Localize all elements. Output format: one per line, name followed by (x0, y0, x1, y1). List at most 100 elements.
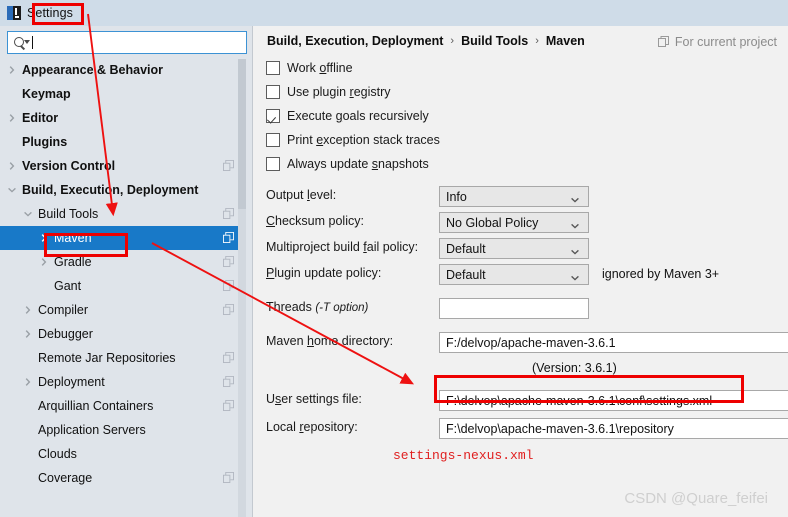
checkbox-print-exception-stack-traces[interactable]: Print exception stack traces (266, 133, 440, 147)
checkbox-box[interactable] (266, 85, 280, 99)
copy-scope-icon (658, 36, 670, 48)
field-label: Threads (-T option) (266, 300, 368, 314)
sidebar-item-label: Debugger (38, 327, 93, 341)
chevron-right-icon[interactable] (38, 256, 50, 268)
chevron-down-icon[interactable] (22, 208, 34, 220)
sidebar-item-clouds[interactable]: Clouds (0, 442, 246, 466)
field-row-user-settings-file: User settings file:F:\delvop\apache-mave… (253, 390, 788, 412)
maven-settings-panel: Build, Execution, Deployment › Build Tools… (253, 26, 788, 517)
checkbox-always-update-snapshots[interactable]: Always update snapshots (266, 157, 429, 171)
combo-multiproject-build-fail-policy[interactable]: Default (439, 238, 589, 259)
input-maven-home-directory[interactable]: F:/delvop/apache-maven-3.6.1 (439, 332, 788, 353)
checkbox-box[interactable] (266, 157, 280, 171)
chevron-right-icon[interactable] (6, 112, 18, 124)
sidebar-item-label: Plugins (22, 135, 67, 149)
search-icon[interactable] (13, 36, 29, 50)
chevron-down-icon[interactable] (6, 184, 18, 196)
copy-scope-icon (223, 280, 234, 291)
maven-version-note: (Version: 3.6.1) (532, 361, 617, 375)
combo-value: Info (440, 190, 467, 204)
sidebar-item-remote-jar-repositories[interactable]: Remote Jar Repositories (0, 346, 246, 370)
chevron-right-icon[interactable] (38, 232, 50, 244)
field-label: Plugin update policy: (266, 266, 381, 280)
search-input[interactable] (7, 31, 247, 54)
sidebar-item-label: Build, Execution, Deployment (22, 183, 198, 197)
sidebar-item-version-control[interactable]: Version Control (0, 154, 246, 178)
breadcrumb-item-build-tools: Build Tools (461, 34, 528, 48)
sidebar-item-arquillian-containers[interactable]: Arquillian Containers (0, 394, 246, 418)
copy-scope-icon (223, 376, 234, 387)
sidebar-item-label: Deployment (38, 375, 105, 389)
checkbox-label: Use plugin registry (287, 85, 391, 99)
copy-scope-icon (223, 400, 234, 411)
sidebar-item-label: Application Servers (38, 423, 146, 437)
sidebar-item-deployment[interactable]: Deployment (0, 370, 246, 394)
input-local-repository[interactable]: F:\delvop\apache-maven-3.6.1\repository (439, 418, 788, 439)
checkbox-label: Work offline (287, 61, 353, 75)
window-title: Settings (27, 6, 73, 20)
chevron-right-icon[interactable] (6, 64, 18, 76)
for-current-project-label: For current project (675, 35, 777, 49)
sidebar-item-coverage[interactable]: Coverage (0, 466, 246, 490)
chevron-down-icon[interactable] (570, 194, 580, 208)
combo-plugin-update-policy[interactable]: Default (439, 264, 589, 285)
checkbox-label: Print exception stack traces (287, 133, 440, 147)
checkbox-box[interactable] (266, 133, 280, 147)
sidebar-item-label: Editor (22, 111, 58, 125)
input-value: F:/delvop/apache-maven-3.6.1 (440, 336, 616, 350)
sidebar-item-compiler[interactable]: Compiler (0, 298, 246, 322)
checkbox-box[interactable] (266, 61, 280, 75)
chevron-right-icon[interactable] (6, 160, 18, 172)
field-label: Maven home directory: (266, 334, 393, 348)
input-threads[interactable] (439, 298, 589, 319)
sidebar-item-gant[interactable]: Gant (0, 274, 246, 298)
field-row-output-level: Output level:Info (253, 186, 788, 208)
sidebar-item-label: Coverage (38, 471, 92, 485)
sidebar-item-gradle[interactable]: Gradle (0, 250, 246, 274)
chevron-right-icon[interactable] (22, 328, 34, 340)
text-caret (32, 36, 33, 49)
input-value: F:\delvop\apache-maven-3.6.1\conf\settin… (440, 394, 712, 408)
chevron-right-icon[interactable] (22, 376, 34, 388)
breadcrumb-separator: › (450, 35, 454, 47)
field-suffix-note: ignored by Maven 3+ (602, 267, 719, 281)
sidebar-item-label: Keymap (22, 87, 71, 101)
combo-output-level[interactable]: Info (439, 186, 589, 207)
combo-checksum-policy[interactable]: No Global Policy (439, 212, 589, 233)
combo-value: No Global Policy (440, 216, 538, 230)
sidebar-item-maven[interactable]: Maven (0, 226, 246, 250)
sidebar-item-keymap[interactable]: Keymap (0, 82, 246, 106)
chevron-down-icon[interactable] (570, 272, 580, 286)
checkbox-label: Execute goals recursively (287, 109, 429, 123)
intellij-idea-icon (7, 6, 21, 20)
settings-tree[interactable]: Appearance & Behavior Keymap Editor Plugins… (0, 58, 246, 490)
combo-value: Default (440, 268, 486, 282)
breadcrumb-item-build-execution-deployment: Build, Execution, Deployment (267, 34, 443, 48)
sidebar-item-build-execution-deployment[interactable]: Build, Execution, Deployment (0, 178, 246, 202)
combo-value: Default (440, 242, 486, 256)
copy-scope-icon (223, 304, 234, 315)
chevron-right-icon[interactable] (22, 304, 34, 316)
copy-scope-icon (223, 256, 234, 267)
field-row-multiproject-build-fail-policy: Multiproject build fail policy:Default (253, 238, 788, 260)
sidebar-scrollbar-thumb[interactable] (238, 59, 246, 209)
copy-scope-icon (223, 208, 234, 219)
sidebar-item-editor[interactable]: Editor (0, 106, 246, 130)
input-user-settings-file[interactable]: F:\delvop\apache-maven-3.6.1\conf\settin… (439, 390, 788, 411)
field-row-local-repository: Local repository:F:\delvop\apache-maven-… (253, 418, 788, 440)
chevron-down-icon[interactable] (570, 220, 580, 234)
sidebar-item-debugger[interactable]: Debugger (0, 322, 246, 346)
checkbox-execute-goals-recursively[interactable]: Execute goals recursively (266, 109, 429, 123)
sidebar-item-application-servers[interactable]: Application Servers (0, 418, 246, 442)
sidebar-item-appearance-behavior[interactable]: Appearance & Behavior (0, 58, 246, 82)
checkbox-box[interactable] (266, 109, 280, 123)
sidebar-item-plugins[interactable]: Plugins (0, 130, 246, 154)
checkbox-use-plugin-registry[interactable]: Use plugin registry (266, 85, 391, 99)
sidebar-item-label: Version Control (22, 159, 115, 173)
input-value: F:\delvop\apache-maven-3.6.1\repository (440, 422, 674, 436)
settings-sidebar: Appearance & Behavior Keymap Editor Plugins… (0, 26, 253, 517)
sidebar-item-build-tools[interactable]: Build Tools (0, 202, 246, 226)
checkbox-work-offline[interactable]: Work offline (266, 61, 353, 75)
chevron-down-icon[interactable] (570, 246, 580, 260)
for-current-project[interactable]: For current project (658, 35, 777, 49)
